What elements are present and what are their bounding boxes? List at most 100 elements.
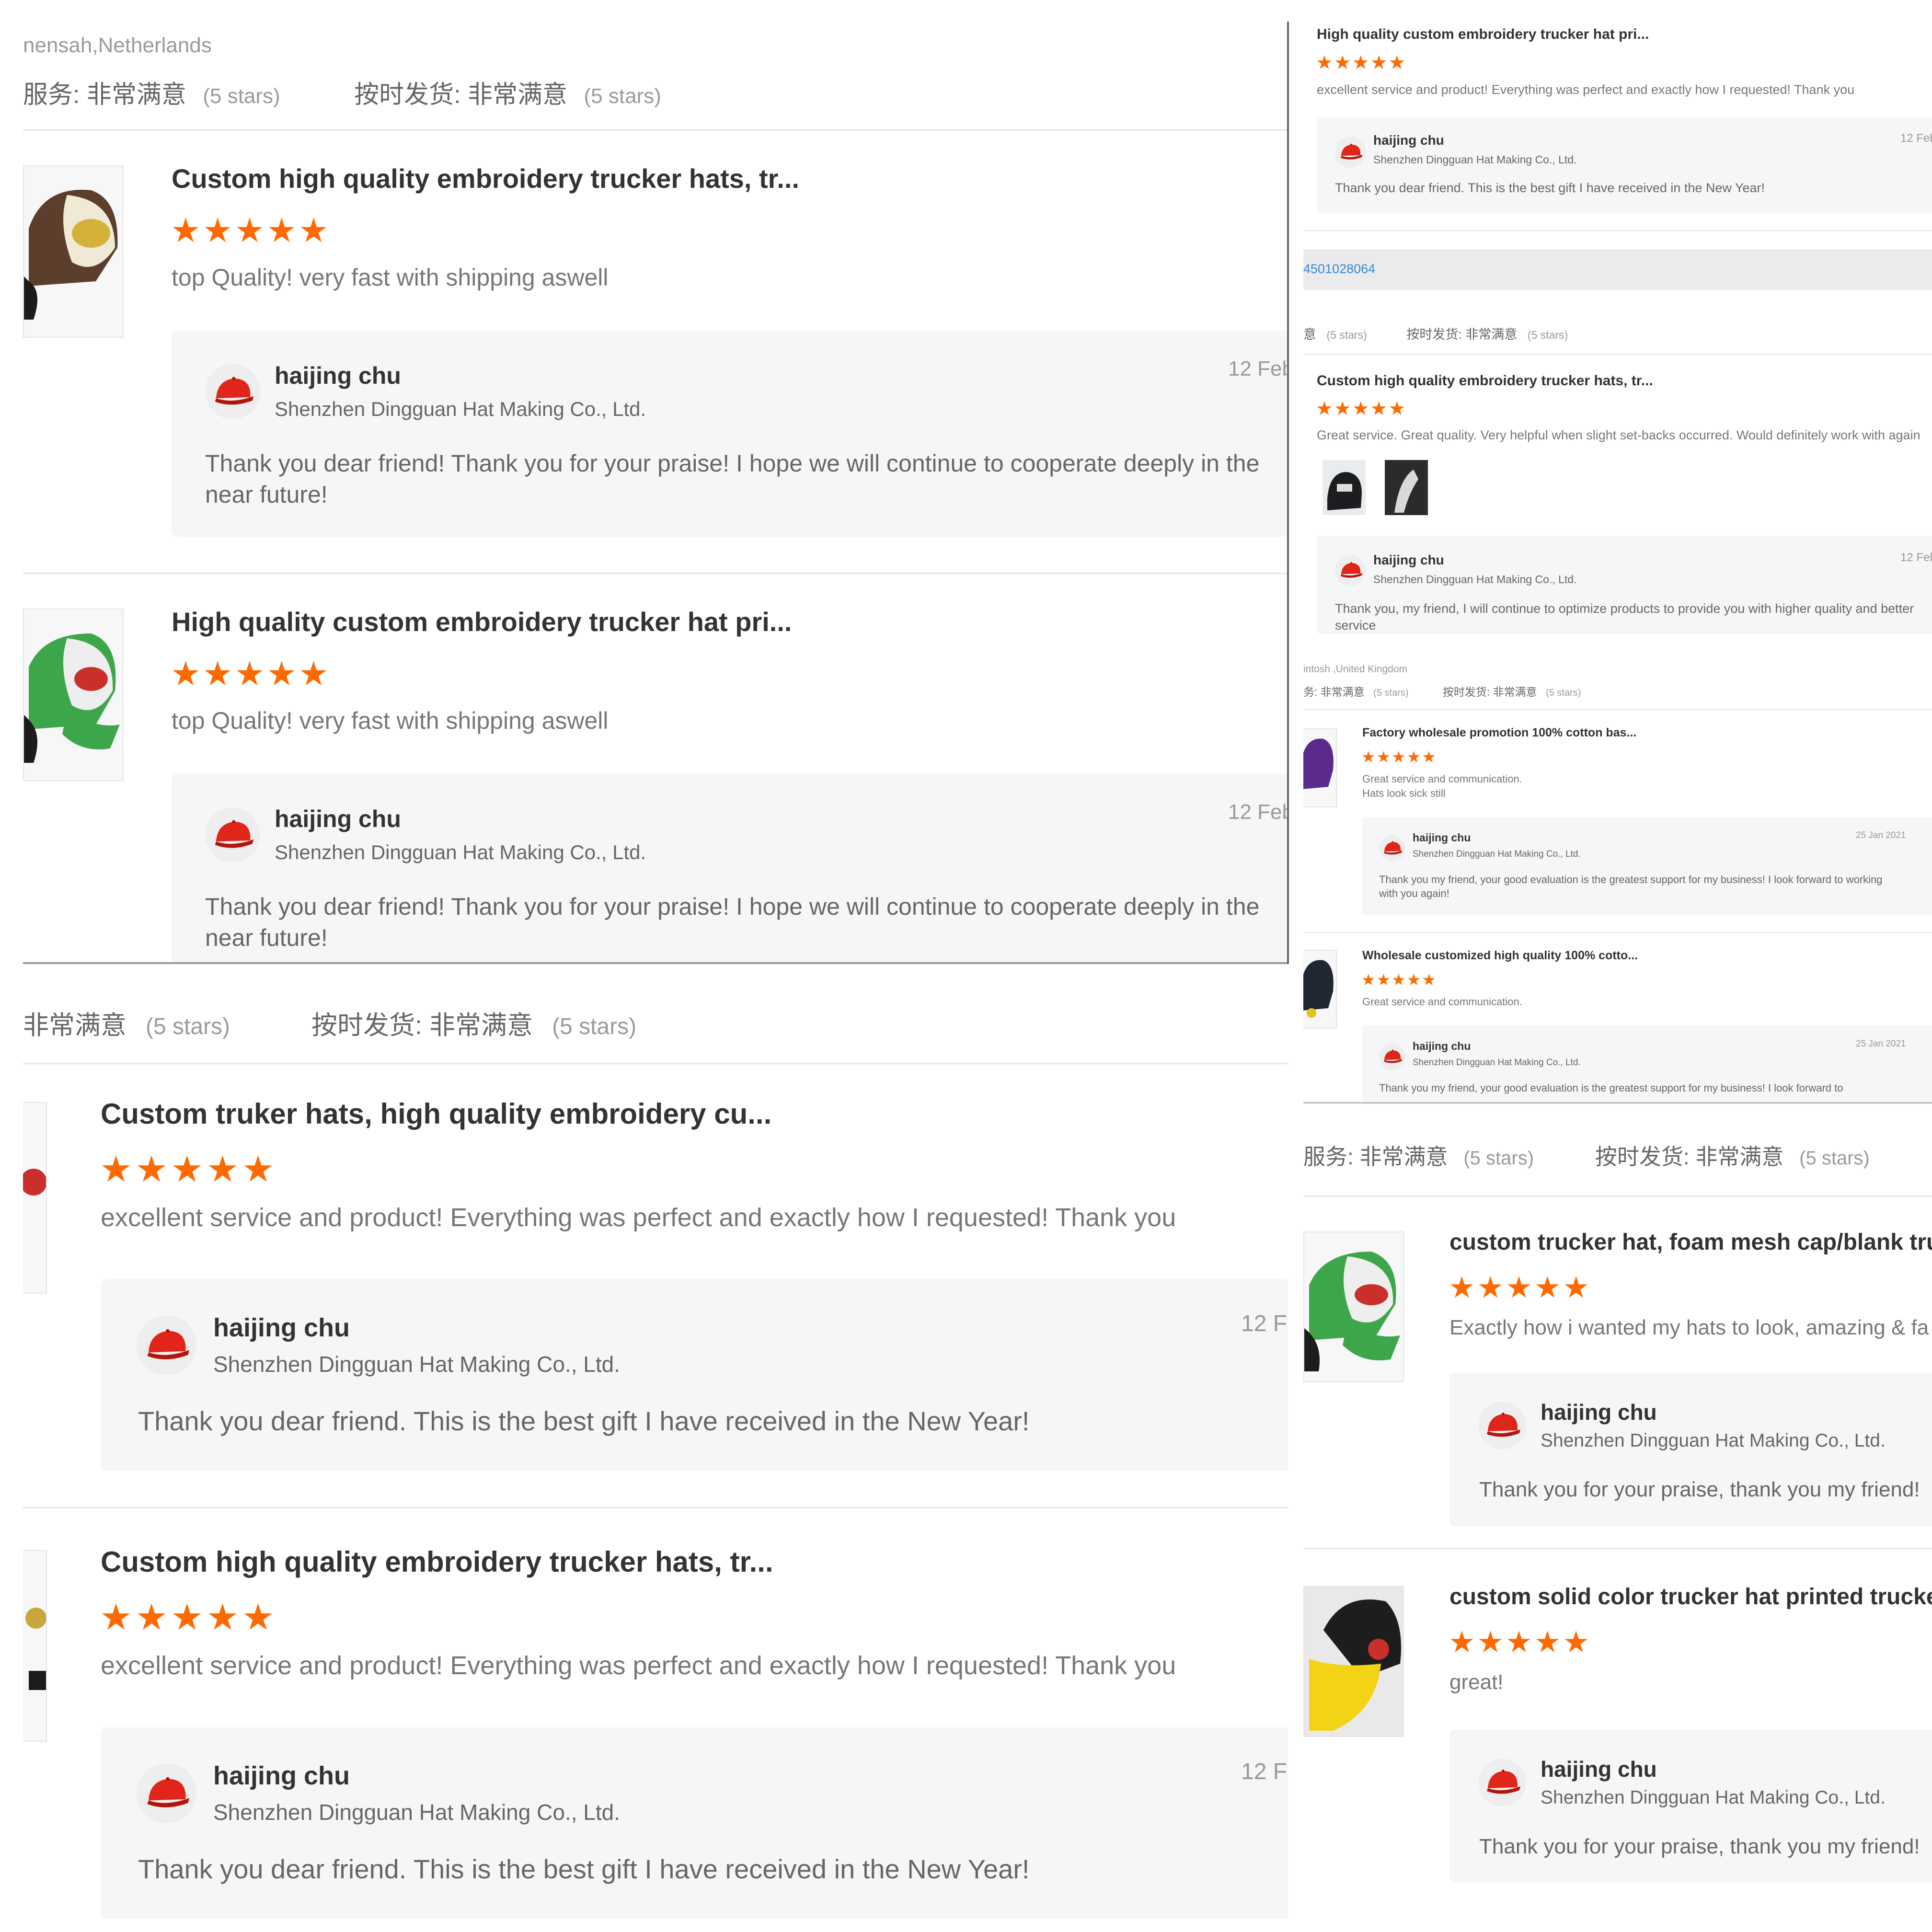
product-thumbnail[interactable] (23, 1550, 47, 1742)
product-thumbnail[interactable] (23, 609, 124, 781)
review-text: Great service. Great quality. Very helpf… (1317, 428, 1920, 442)
divider (1303, 354, 1932, 355)
seller-name: haijing chu (1541, 1400, 1657, 1425)
purple-cap-image (1303, 729, 1336, 806)
star-rating: ★★★★★ (1316, 398, 1406, 420)
star-rating: ★★★★★ (1316, 52, 1406, 74)
reply-message: Thank you dear friend! Thank you for you… (205, 893, 1260, 951)
product-title[interactable]: High quality custom embroidery trucker h… (172, 606, 1226, 637)
star-rating: ★★★★★ (100, 1596, 277, 1638)
trucker-hat-image (23, 1103, 46, 1293)
star-rating: ★★★★★ (100, 1148, 277, 1190)
seller-name: haijing chu (1413, 831, 1471, 844)
divider (23, 1063, 1288, 1064)
review-panel-bottom-left: 非常满意 (5 stars) 按时发货: 非常满意 (5 stars) Cust… (23, 978, 1288, 1932)
product-title[interactable]: Custom high quality embroidery trucker h… (1317, 373, 1930, 389)
seller-avatar (205, 807, 260, 862)
review-text: top Quality! very fast with shipping asw… (172, 264, 609, 291)
service-rating-value: (5 stars) (1463, 1148, 1534, 1169)
divider (1303, 709, 1932, 710)
star-icon: ★★★★★ (171, 212, 331, 249)
seller-name: haijing chu (1373, 552, 1444, 567)
service-rating-value: (5 stars) (1326, 329, 1367, 341)
star-rating: ★★★★★ (1449, 1624, 1591, 1659)
divider (1303, 230, 1932, 231)
review-photo[interactable] (1385, 460, 1428, 515)
reply-message: Thank you dear friend. This is the best … (138, 1854, 1030, 1884)
panel-border (1287, 22, 1289, 964)
reply-message: Thank you for your praise, thank you my … (1479, 1835, 1920, 1858)
order-number-link[interactable]: 4501028064 (1303, 262, 1375, 276)
seller-avatar (1335, 137, 1366, 168)
seller-reply: haijing chu Shenzhen Dingguan Hat Making… (1449, 1730, 1932, 1883)
product-thumbnail[interactable] (1303, 1231, 1404, 1382)
star-icon: ★★★★★ (1449, 1626, 1591, 1659)
seller-name: haijing chu (1541, 1757, 1657, 1782)
product-thumbnail[interactable] (23, 165, 124, 338)
seller-name: haijing chu (275, 805, 401, 832)
red-cap-avatar-icon (1478, 1759, 1526, 1806)
reply-message: Thank you dear friend. This is the best … (138, 1406, 1030, 1436)
product-title[interactable]: custom solid color trucker hat printed t… (1449, 1584, 1932, 1610)
seller-avatar (1478, 1402, 1526, 1449)
review-text: top Quality! very fast with shipping asw… (172, 707, 609, 734)
product-title[interactable]: custom trucker hat, foam mesh cap/blank … (1449, 1229, 1932, 1255)
seller-avatar (137, 1763, 196, 1823)
product-thumbnail[interactable] (1303, 950, 1337, 1029)
seller-reply: haijing chu Shenzhen Dingguan Hat Making… (1362, 1025, 1932, 1104)
star-rating: ★★★★★ (171, 211, 331, 250)
star-icon: ★★★★★ (1316, 52, 1407, 73)
service-rating-label: 服务: 非常满意 (23, 81, 186, 109)
reply-date: 12 F (1241, 1311, 1288, 1336)
reply-date: 12 Feb (1900, 132, 1932, 145)
reply-date: 25 Jan 2021 (1856, 1039, 1906, 1049)
divider (1303, 1196, 1932, 1197)
product-title[interactable]: High quality custom embroidery trucker h… (1317, 26, 1930, 43)
brown-trucker-hat-image (24, 166, 123, 337)
red-cap-avatar-icon (137, 1763, 196, 1823)
red-cap-avatar-icon (1379, 835, 1405, 862)
seller-company: Shenzhen Dingguan Hat Making Co., Ltd. (213, 1800, 620, 1825)
reply-date: 12 Feb (1228, 357, 1288, 380)
rating-summary: 非常满意 (5 stars) 按时发货: 非常满意 (5 stars) (23, 1004, 636, 1042)
product-thumbnail[interactable] (23, 1102, 47, 1294)
product-thumbnail[interactable] (1303, 728, 1337, 807)
divider (1303, 1548, 1932, 1549)
service-rating-value: (5 stars) (203, 84, 280, 108)
red-cap-avatar-icon (137, 1315, 196, 1375)
service-rating-value: (5 stars) (1373, 688, 1409, 698)
product-thumbnail[interactable] (1303, 1586, 1404, 1737)
product-title[interactable]: Factory wholesale promotion 100% cotton … (1362, 726, 1928, 740)
reply-date: 12 Feb (1228, 800, 1288, 824)
reply-message: Thank you my friend, your good evaluatio… (1379, 1082, 1843, 1094)
service-rating-label: 意 (1303, 327, 1316, 342)
product-title[interactable]: Custom high quality embroidery trucker h… (172, 163, 1226, 194)
review-text: great! (1449, 1670, 1504, 1694)
service-rating-value: (5 stars) (146, 1014, 230, 1039)
product-title[interactable]: Custom truker hats, high quality embroid… (101, 1097, 1251, 1130)
star-icon: ★★★★★ (100, 1597, 277, 1638)
shipping-rating-label: 按时发货: 非常满意 (311, 1011, 533, 1040)
seller-reply: haijing chu Shenzhen Dingguan Hat Making… (172, 774, 1288, 963)
seller-company: Shenzhen Dingguan Hat Making Co., Ltd. (1541, 1430, 1886, 1451)
seller-company: Shenzhen Dingguan Hat Making Co., Ltd. (1373, 153, 1577, 166)
divider (1303, 932, 1932, 933)
rating-summary: 服务: 非常满意 (5 stars) 按时发货: 非常满意 (5 stars) (23, 74, 661, 110)
product-title[interactable]: Wholesale customized high quality 100% c… (1362, 949, 1928, 963)
star-rating: ★★★★★ (1449, 1270, 1591, 1305)
reply-message: Thank you my friend, your good evaluatio… (1379, 874, 1883, 899)
review-panel-top-left: nensah,Netherlands 服务: 非常满意 (5 stars) 按时… (23, 0, 1288, 963)
review-text: Hats look sick still (1362, 787, 1446, 799)
product-title[interactable]: Custom high quality embroidery trucker h… (101, 1545, 1251, 1578)
rating-summary: 服务: 非常满意 (5 stars) 按时发货: 非常满意 (5 stars) (1303, 1139, 1870, 1171)
seller-avatar (1335, 555, 1366, 586)
reply-message: Thank you for your praise, thank you my … (1479, 1478, 1920, 1501)
seller-avatar (1478, 1759, 1526, 1806)
service-rating-label: 非常满意 (23, 1011, 126, 1040)
reply-date: 12 Feb (1900, 551, 1932, 564)
review-photo[interactable] (1322, 460, 1366, 515)
red-cap-avatar-icon (205, 807, 260, 862)
review-panel-top-right: High quality custom embroidery trucker h… (1303, 0, 1932, 1104)
review-panel-bottom-right: 服务: 非常满意 (5 stars) 按时发货: 非常满意 (5 stars) … (1303, 1107, 1932, 1932)
shipping-rating-label: 按时发货: 非常满意 (354, 81, 568, 109)
